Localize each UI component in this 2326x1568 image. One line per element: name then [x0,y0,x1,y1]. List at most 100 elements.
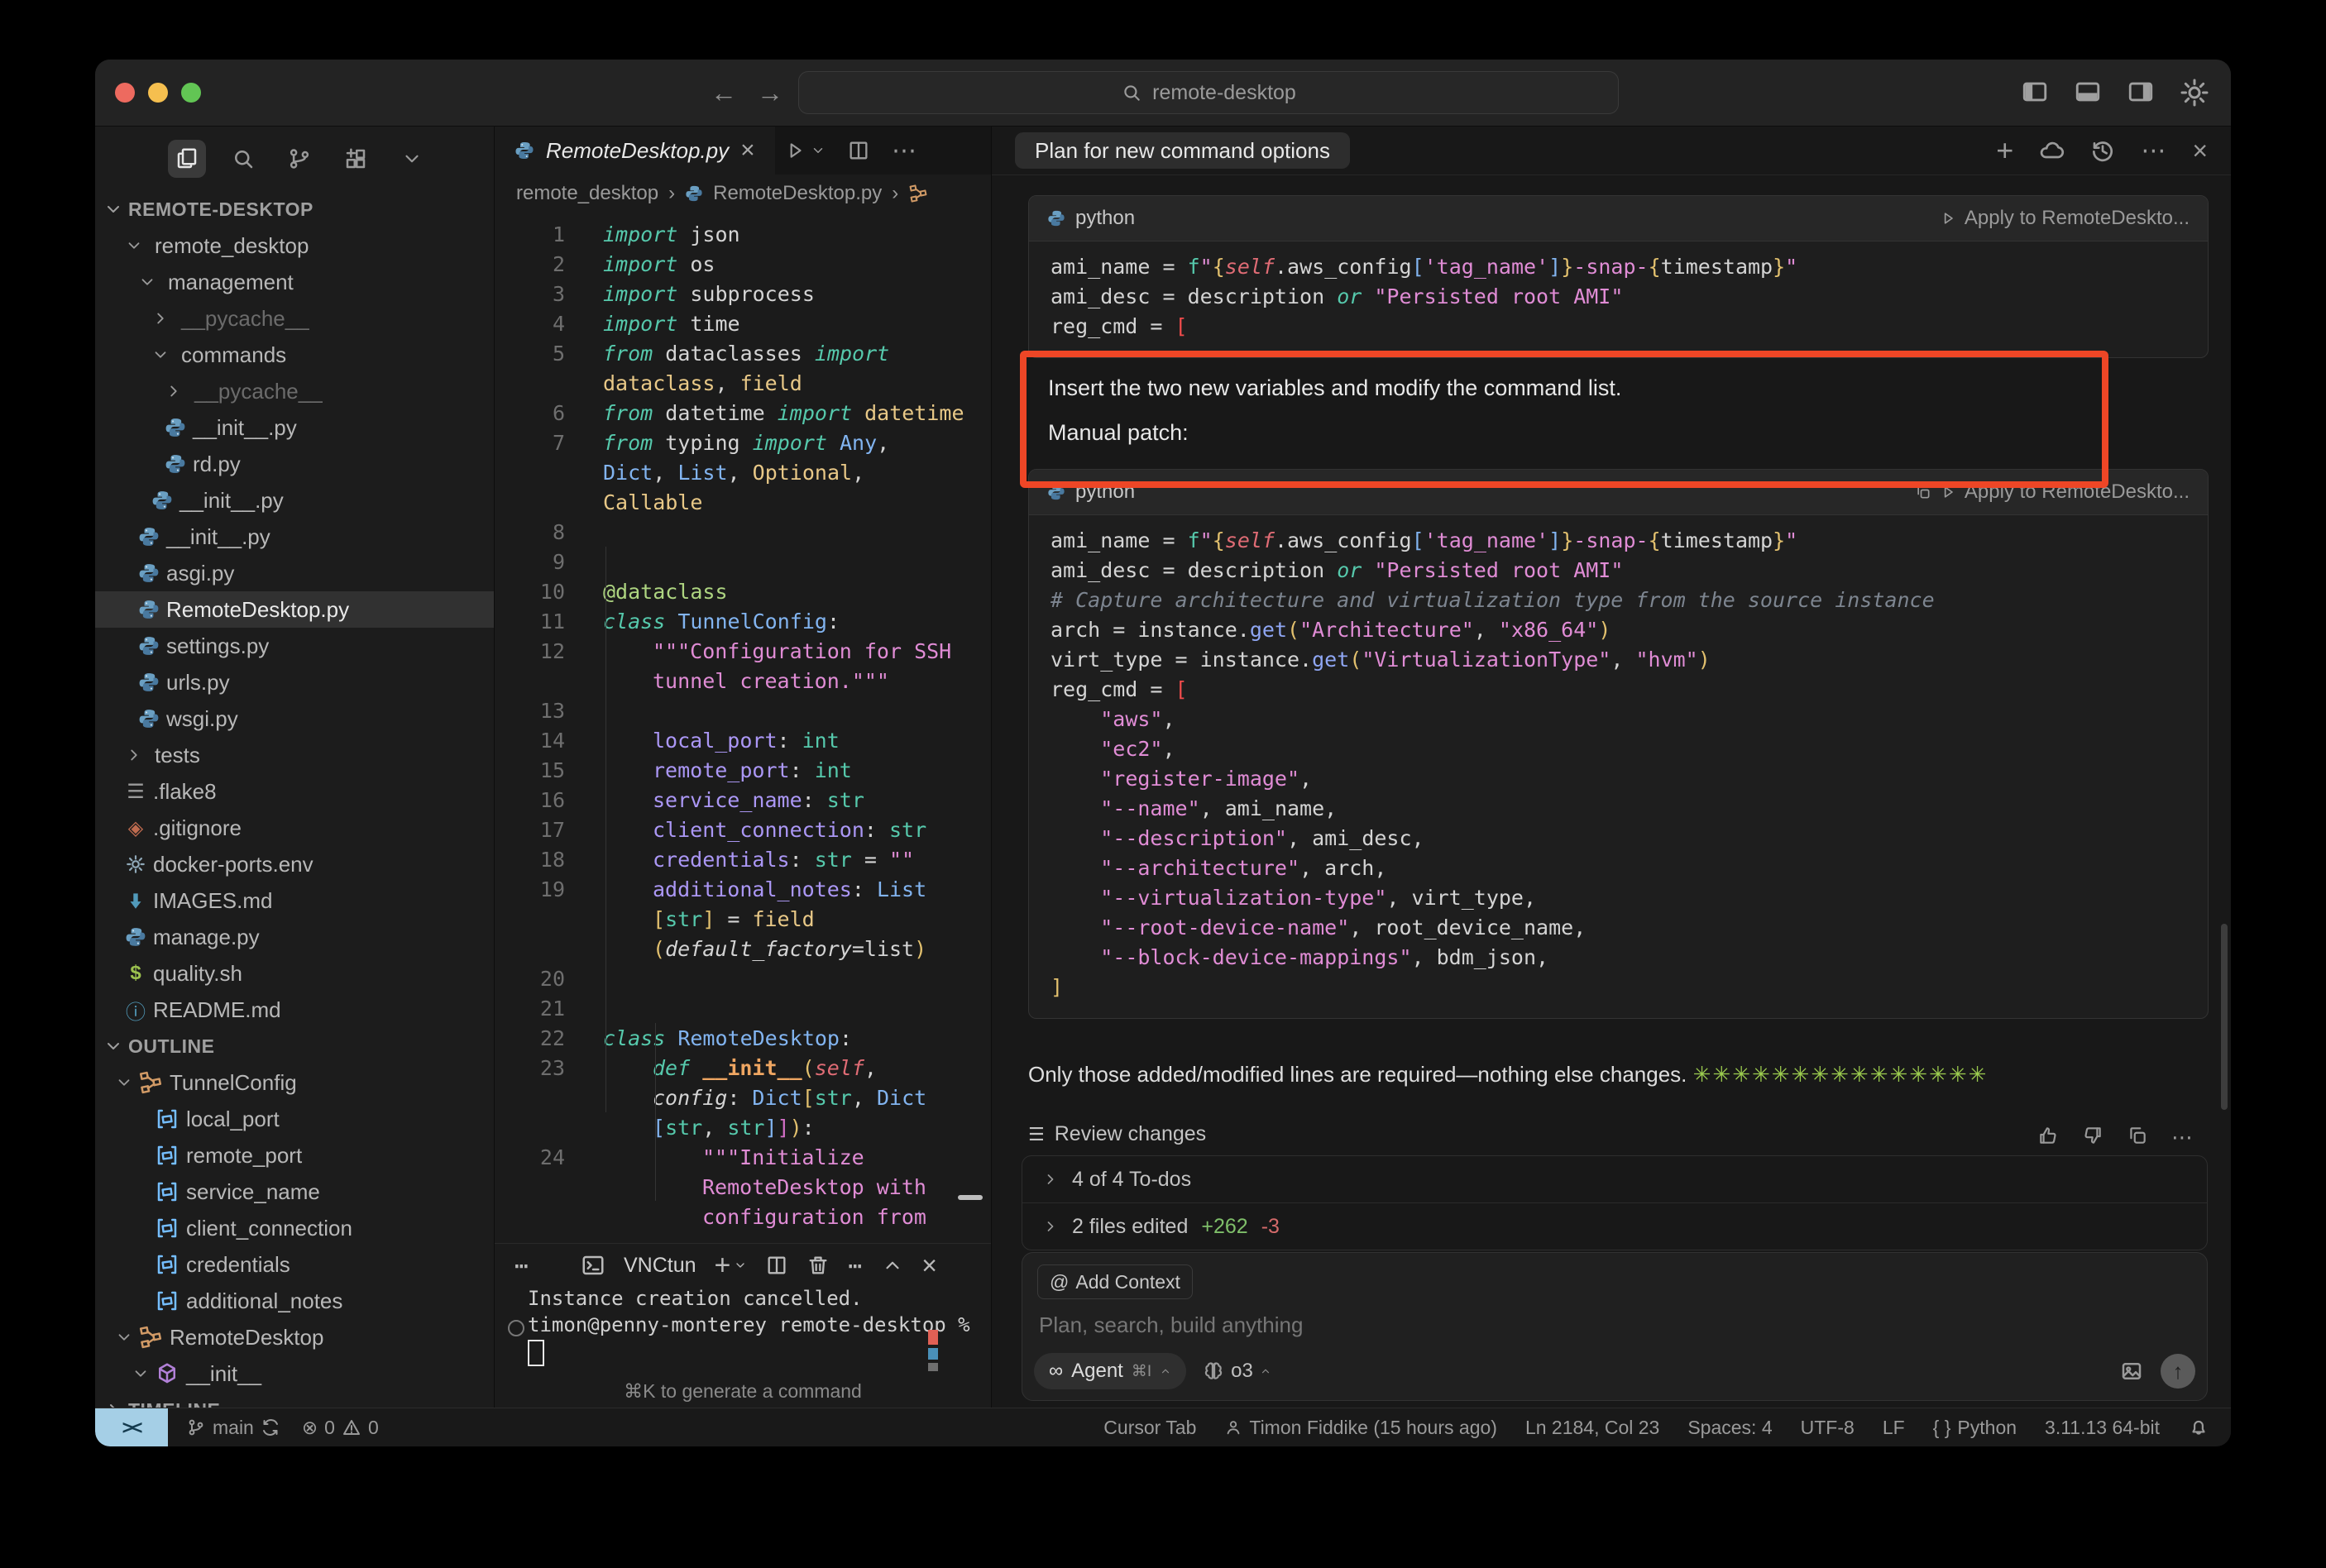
git-author-status[interactable]: Timon Fiddike (15 hours ago) [1224,1417,1497,1439]
history-icon[interactable] [2089,137,2116,164]
split-editor-icon[interactable] [847,139,870,162]
terminal-tab-label[interactable]: VNCtun [624,1254,696,1278]
tree-item--pycache-[interactable]: __pycache__ [95,373,494,409]
extensions-icon[interactable] [337,140,375,178]
outline-section-header[interactable]: OUTLINE [95,1028,494,1064]
cursor-position-status[interactable]: Ln 2184, Col 23 [1525,1417,1659,1439]
attach-image-icon[interactable] [2119,1359,2144,1384]
tree-item--pycache-[interactable]: __pycache__ [95,300,494,337]
breadcrumb-folder[interactable]: remote_desktop [516,182,658,205]
review-changes[interactable]: ☰ Review changes [1028,1122,1206,1146]
toggle-right-panel-icon[interactable] [2127,78,2155,106]
add-context-button[interactable]: @ Add Context [1037,1264,1193,1299]
breadcrumb[interactable]: remote_desktop › RemoteDesktop.py › [495,174,991,213]
tree-item-asgi-py[interactable]: asgi.py [95,555,494,591]
chat-close-icon[interactable]: × [2192,136,2208,166]
trash-icon[interactable] [806,1254,830,1277]
files-edited-row[interactable]: 2 files edited +262 -3 [1022,1202,2207,1250]
tree-item-docker-ports-env[interactable]: docker-ports.env [95,846,494,882]
outline-item-remotedesktop[interactable]: RemoteDesktop [95,1319,494,1355]
outline-item-remote-port[interactable]: remote_port [95,1137,494,1174]
terminal-more-icon[interactable]: ⋯ [848,1252,864,1279]
outline-item-client-connection[interactable]: client_connection [95,1210,494,1246]
new-chat-icon[interactable]: + [1996,133,2013,168]
remote-indicator[interactable]: >< [95,1408,168,1446]
outline-item-tunnelconfig[interactable]: TunnelConfig [95,1064,494,1101]
chat-input-box[interactable]: @ Add Context Plan, search, build anythi… [1022,1252,2208,1401]
cloud-icon[interactable] [2038,137,2065,164]
scrollbar-marker[interactable] [958,1195,983,1200]
minimize-traffic-light[interactable] [148,83,168,103]
search-view-icon[interactable] [224,140,262,178]
tree-item-tests[interactable]: tests [95,737,494,773]
command-search-input[interactable]: remote-desktop [798,71,1619,114]
explorer-icon[interactable] [168,140,206,178]
views-chevron-down-icon[interactable] [393,140,431,178]
outline-item--init-[interactable]: __init__ [95,1355,494,1392]
apply-button[interactable]: Apply to RemoteDeskto... [1940,207,2190,230]
maximize-traffic-light[interactable] [181,83,201,103]
tree-item-remotedesktop-py[interactable]: RemoteDesktop.py [95,591,494,628]
cursor-tab-status[interactable]: Cursor Tab [1103,1417,1196,1439]
agent-mode-selector[interactable]: ∞ Agent ⌘I [1034,1353,1186,1389]
model-selector[interactable]: o3 [1203,1360,1271,1383]
tree-item-urls-py[interactable]: urls.py [95,664,494,700]
tree-item--gitignore[interactable]: ◈.gitignore [95,810,494,846]
chat-more-icon[interactable]: ⋯ [2141,136,2167,165]
outline-item-additional-notes[interactable]: additional_notes [95,1283,494,1319]
send-button[interactable]: ↑ [2161,1354,2195,1389]
tree-item-images-md[interactable]: IMAGES.md [95,882,494,919]
toggle-bottom-panel-icon[interactable] [2074,78,2102,106]
outline-item-credentials[interactable]: credentials [95,1246,494,1283]
tree-item-manage-py[interactable]: manage.py [95,919,494,955]
python-version-status[interactable]: 3.11.13 64-bit [2045,1417,2160,1439]
tree-item--flake8[interactable]: ☰.flake8 [95,773,494,810]
new-terminal-button[interactable]: + [715,1250,748,1282]
chat-tab[interactable]: Plan for new command options [1015,132,1350,169]
tab-remotedesktop-py[interactable]: RemoteDesktop.py × [495,127,775,174]
tree-item-commands[interactable]: commands [95,337,494,373]
split-terminal-icon[interactable] [765,1254,788,1277]
tree-item-remote-desktop[interactable]: remote_desktop [95,227,494,264]
thumbs-up-icon[interactable] [2037,1125,2059,1146]
outline-item-local-port[interactable]: local_port [95,1101,494,1137]
project-section-header[interactable]: REMOTE-DESKTOP [95,191,494,227]
toggle-left-panel-icon[interactable] [2021,78,2049,106]
breadcrumb-file[interactable]: RemoteDesktop.py [713,182,882,205]
back-arrow-icon[interactable]: ← [711,78,737,108]
tree-item-readme-md[interactable]: ⓘREADME.md [95,992,494,1028]
tree-item-quality-sh[interactable]: $quality.sh [95,955,494,992]
outline-item-service-name[interactable]: service_name [95,1174,494,1210]
settings-gear-icon[interactable] [2180,78,2209,108]
code-editor[interactable]: 1import json2import os3import subprocess… [495,213,991,1243]
chat-scrollbar[interactable] [2221,924,2228,1110]
editor-more-actions-icon[interactable]: ⋯ [892,136,918,165]
tab-close-icon[interactable]: × [740,136,755,165]
tree-item--init-py[interactable]: __init__.py [95,482,494,519]
todos-row[interactable]: 4 of 4 To-dos [1022,1156,2207,1202]
problems-status[interactable]: ⊗ 0 0 [302,1417,379,1439]
tree-item-settings-py[interactable]: settings.py [95,628,494,664]
indentation-status[interactable]: Spaces: 4 [1687,1417,1772,1439]
review-more-icon[interactable]: ⋯ [2171,1125,2194,1150]
tree-item-rd-py[interactable]: rd.py [95,446,494,482]
tree-item-management[interactable]: management [95,264,494,300]
run-python-button[interactable] [784,140,826,161]
close-terminal-icon[interactable]: × [921,1250,937,1281]
git-branch-status[interactable]: main [186,1417,280,1439]
tree-item--init-py[interactable]: __init__.py [95,409,494,446]
terminal-left-more-icon[interactable]: ⋯ [514,1252,530,1279]
bell-icon[interactable] [2188,1417,2209,1438]
eol-status[interactable]: LF [1883,1417,1905,1439]
timeline-section-header[interactable]: TIMELINE [95,1392,494,1408]
encoding-status[interactable]: UTF-8 [1801,1417,1855,1439]
language-status[interactable]: { }Python [1933,1417,2017,1439]
copy-icon[interactable] [2127,1125,2148,1146]
chevron-up-icon[interactable] [882,1255,903,1276]
source-control-icon[interactable] [280,140,318,178]
close-traffic-light[interactable] [115,83,135,103]
tree-item-wsgi-py[interactable]: wsgi.py [95,700,494,737]
thumbs-down-icon[interactable] [2082,1125,2103,1146]
tree-item--init-py[interactable]: __init__.py [95,519,494,555]
forward-arrow-icon[interactable]: → [757,78,783,108]
